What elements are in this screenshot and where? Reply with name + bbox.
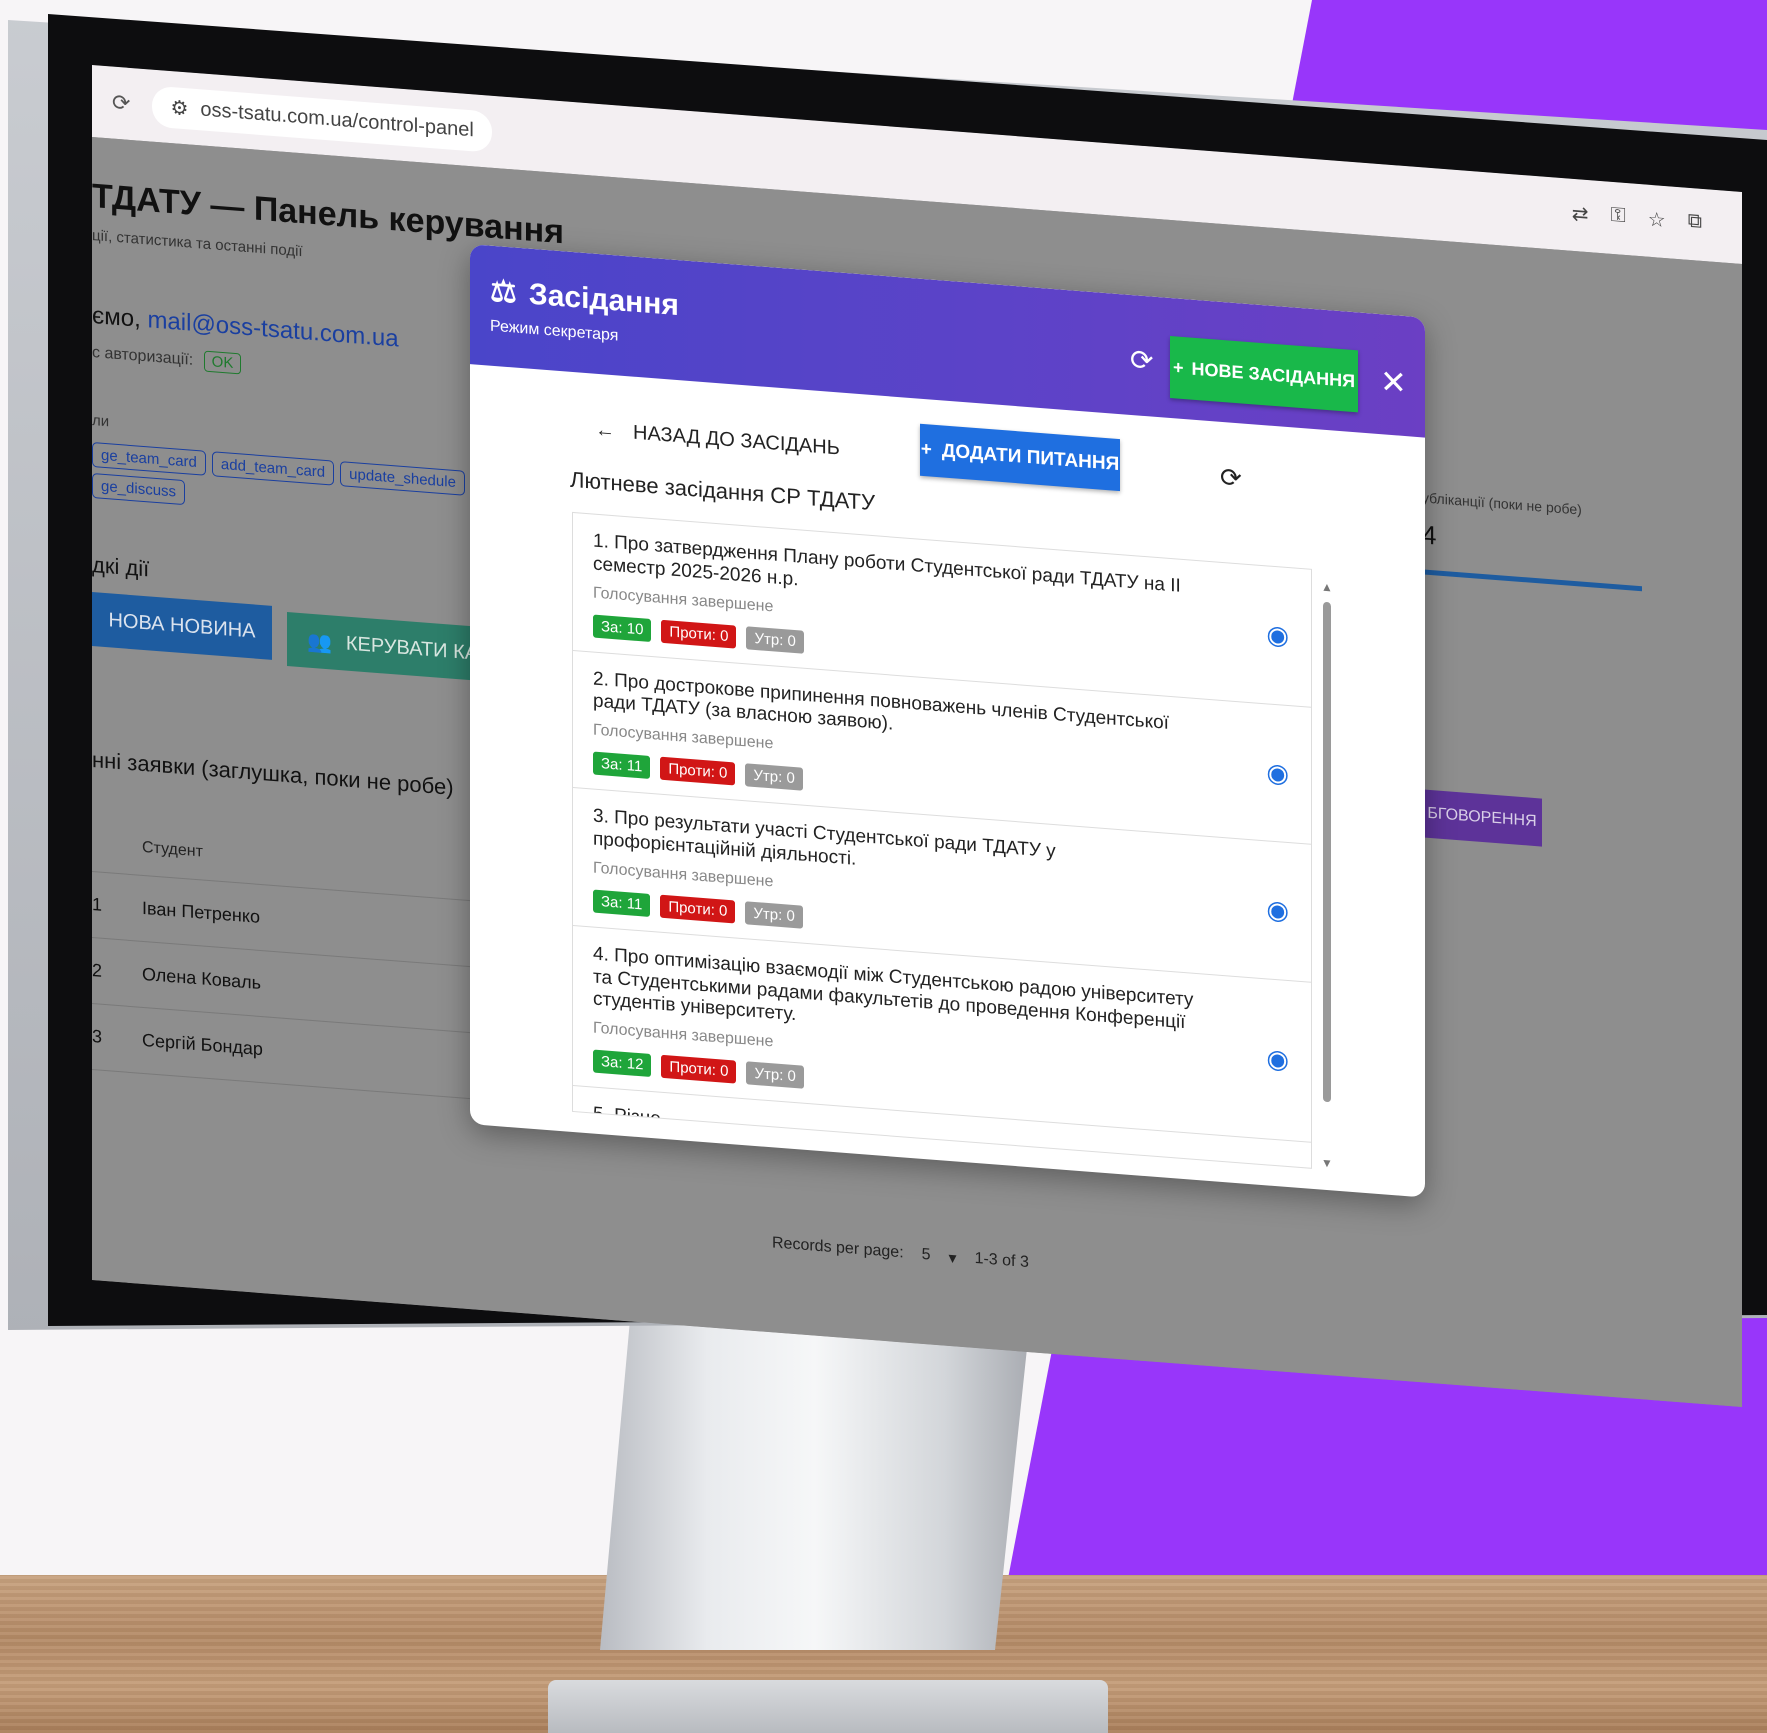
new-news-button[interactable]: НОВА НОВИНА bbox=[92, 592, 272, 660]
key-icon[interactable]: ⚿ bbox=[1611, 204, 1626, 230]
eye-icon[interactable]: ◉ bbox=[1266, 1163, 1289, 1168]
dialog-subtitle: Режим секретаря bbox=[490, 317, 619, 345]
reload-icon[interactable]: ⟳ bbox=[112, 90, 130, 117]
eye-icon[interactable]: ◉ bbox=[1266, 757, 1289, 790]
back-to-meetings-link[interactable]: ← НАЗАД ДО ЗАСІДАНЬ bbox=[595, 419, 840, 461]
vote-against-badge: Проти: 0 bbox=[661, 619, 737, 649]
vote-for-badge: За: 11 bbox=[593, 889, 651, 917]
records-label: Records per page: bbox=[772, 1234, 904, 1262]
greeting-prefix: ємо, bbox=[92, 302, 141, 333]
roles-list: ge_team_card add_team_card update_shedul… bbox=[92, 442, 472, 527]
manage-team-label: КЕРУВАТИ КА bbox=[345, 632, 479, 665]
table-pagination: Records per page: 5 ▾ 1-3 of 3 bbox=[772, 1234, 1029, 1274]
vote-for-badge: За: 10 bbox=[593, 614, 652, 642]
chevron-down-icon[interactable]: ▾ bbox=[949, 1248, 957, 1269]
auth-status: с авторизації: OK bbox=[92, 342, 242, 375]
people-icon: 👥 bbox=[307, 630, 332, 654]
vote-abstain-badge: Утр: 0 bbox=[745, 763, 803, 791]
refresh-icon[interactable]: ⟳ bbox=[1220, 462, 1242, 495]
arrow-left-icon: ← bbox=[595, 418, 615, 443]
scrollbar-thumb[interactable] bbox=[1323, 601, 1331, 1103]
role-chip: ge_team_card bbox=[92, 442, 206, 476]
page-subtitle: ції, статистика та останні події bbox=[92, 227, 303, 261]
publications-label: убліканції (поки не робе) bbox=[1422, 489, 1582, 518]
vote-for-badge: За: 11 bbox=[593, 751, 651, 780]
plus-icon: + bbox=[920, 438, 932, 461]
applications-table: Студент 1 Іван Петренко 2 Олена Коваль 3… bbox=[92, 817, 472, 1100]
url-text: oss-tsatu.com.ua/control-panel bbox=[200, 97, 474, 141]
scroll-down-icon[interactable]: ▼ bbox=[1320, 1155, 1334, 1171]
new-meeting-button[interactable]: + НОВЕ ЗАСІДАННЯ bbox=[1170, 335, 1358, 413]
row-number: 3 bbox=[92, 1026, 103, 1047]
row-number: 2 bbox=[92, 960, 103, 981]
monitor-screen: ⟳ ⚙ oss-tsatu.com.ua/control-panel ⇄ ⚿ ☆… bbox=[92, 65, 1742, 1407]
close-icon[interactable]: ✕ bbox=[1380, 362, 1407, 402]
dialog-title: ⚖ Засідання bbox=[490, 274, 679, 324]
new-meeting-label: НОВЕ ЗАСІДАННЯ bbox=[1191, 358, 1356, 391]
row-number: 1 bbox=[92, 894, 103, 915]
vote-against-badge: Проти: 0 bbox=[661, 1054, 737, 1084]
user-email: mail@oss-tsatu.com.ua bbox=[147, 306, 399, 353]
meetings-dialog: ⚖ Засідання Режим секретаря ⟳ + НОВЕ ЗАС… bbox=[470, 244, 1425, 1198]
add-question-label: ДОДАТИ ПИТАННЯ bbox=[941, 440, 1120, 476]
eye-icon[interactable]: ◉ bbox=[1266, 1043, 1289, 1076]
add-question-button[interactable]: + ДОДАТИ ПИТАННЯ bbox=[920, 423, 1120, 492]
refresh-icon[interactable]: ⟳ bbox=[1130, 343, 1153, 378]
row-name: Олена Коваль bbox=[142, 963, 262, 994]
vote-abstain-badge: Утр: 0 bbox=[746, 1061, 804, 1089]
roles-label: ли bbox=[92, 412, 110, 431]
meeting-title: Лютневе засідання СР ТДАТУ bbox=[570, 466, 875, 516]
plus-icon: + bbox=[1172, 356, 1184, 378]
browser-actions: ⇄ ⚿ ☆ ⧉ bbox=[1572, 201, 1702, 236]
row-name: Іван Петренко bbox=[142, 897, 260, 927]
questions-list: 1. Про затвердження Плану роботи Студент… bbox=[572, 511, 1312, 1169]
auth-label: с авторизації: bbox=[92, 344, 194, 369]
scroll-up-icon[interactable]: ▲ bbox=[1320, 579, 1334, 595]
gavel-icon: ⚖ bbox=[490, 274, 517, 310]
eye-icon[interactable]: ◉ bbox=[1266, 619, 1289, 652]
address-bar[interactable]: ⚙ oss-tsatu.com.ua/control-panel bbox=[152, 85, 492, 153]
discussion-button[interactable]: БГОВОРЕННЯ bbox=[1422, 789, 1542, 847]
progress-bar bbox=[1422, 569, 1642, 592]
quick-actions-title: дкі дії bbox=[92, 552, 150, 582]
applications-title: нні заявки (заглушка, поки не робе) bbox=[92, 747, 454, 800]
eye-icon[interactable]: ◉ bbox=[1266, 894, 1289, 927]
back-label: НАЗАД ДО ЗАСІДАНЬ bbox=[633, 421, 840, 460]
vote-for-badge: За: 12 bbox=[593, 1049, 652, 1078]
row-name: Сергій Бондар bbox=[142, 1029, 263, 1060]
monitor-stand-base bbox=[548, 1680, 1108, 1733]
manage-team-button[interactable]: 👥 КЕРУВАТИ КА bbox=[287, 612, 487, 682]
role-chip: ge_discuss bbox=[92, 473, 186, 506]
translate-icon[interactable]: ⇄ bbox=[1572, 201, 1589, 227]
vote-abstain-badge: Утр: 0 bbox=[746, 625, 804, 654]
role-chip: update_shedule bbox=[340, 461, 465, 496]
monitor-stand bbox=[600, 1320, 1030, 1650]
site-settings-icon[interactable]: ⚙ bbox=[170, 95, 188, 121]
vote-abstain-badge: Утр: 0 bbox=[745, 901, 803, 929]
records-select[interactable]: 5 bbox=[922, 1246, 931, 1267]
status-badge: OK bbox=[203, 350, 242, 375]
records-range: 1-3 of 3 bbox=[974, 1249, 1029, 1272]
dialog-title-text: Засідання bbox=[528, 277, 679, 322]
role-chip: add_team_card bbox=[211, 451, 335, 486]
scrollbar[interactable]: ▲ ▼ bbox=[1320, 579, 1334, 1171]
extensions-icon[interactable]: ⧉ bbox=[1688, 210, 1702, 236]
vote-against-badge: Проти: 0 bbox=[660, 894, 736, 924]
vote-against-badge: Проти: 0 bbox=[660, 756, 736, 786]
star-icon[interactable]: ☆ bbox=[1648, 207, 1666, 233]
